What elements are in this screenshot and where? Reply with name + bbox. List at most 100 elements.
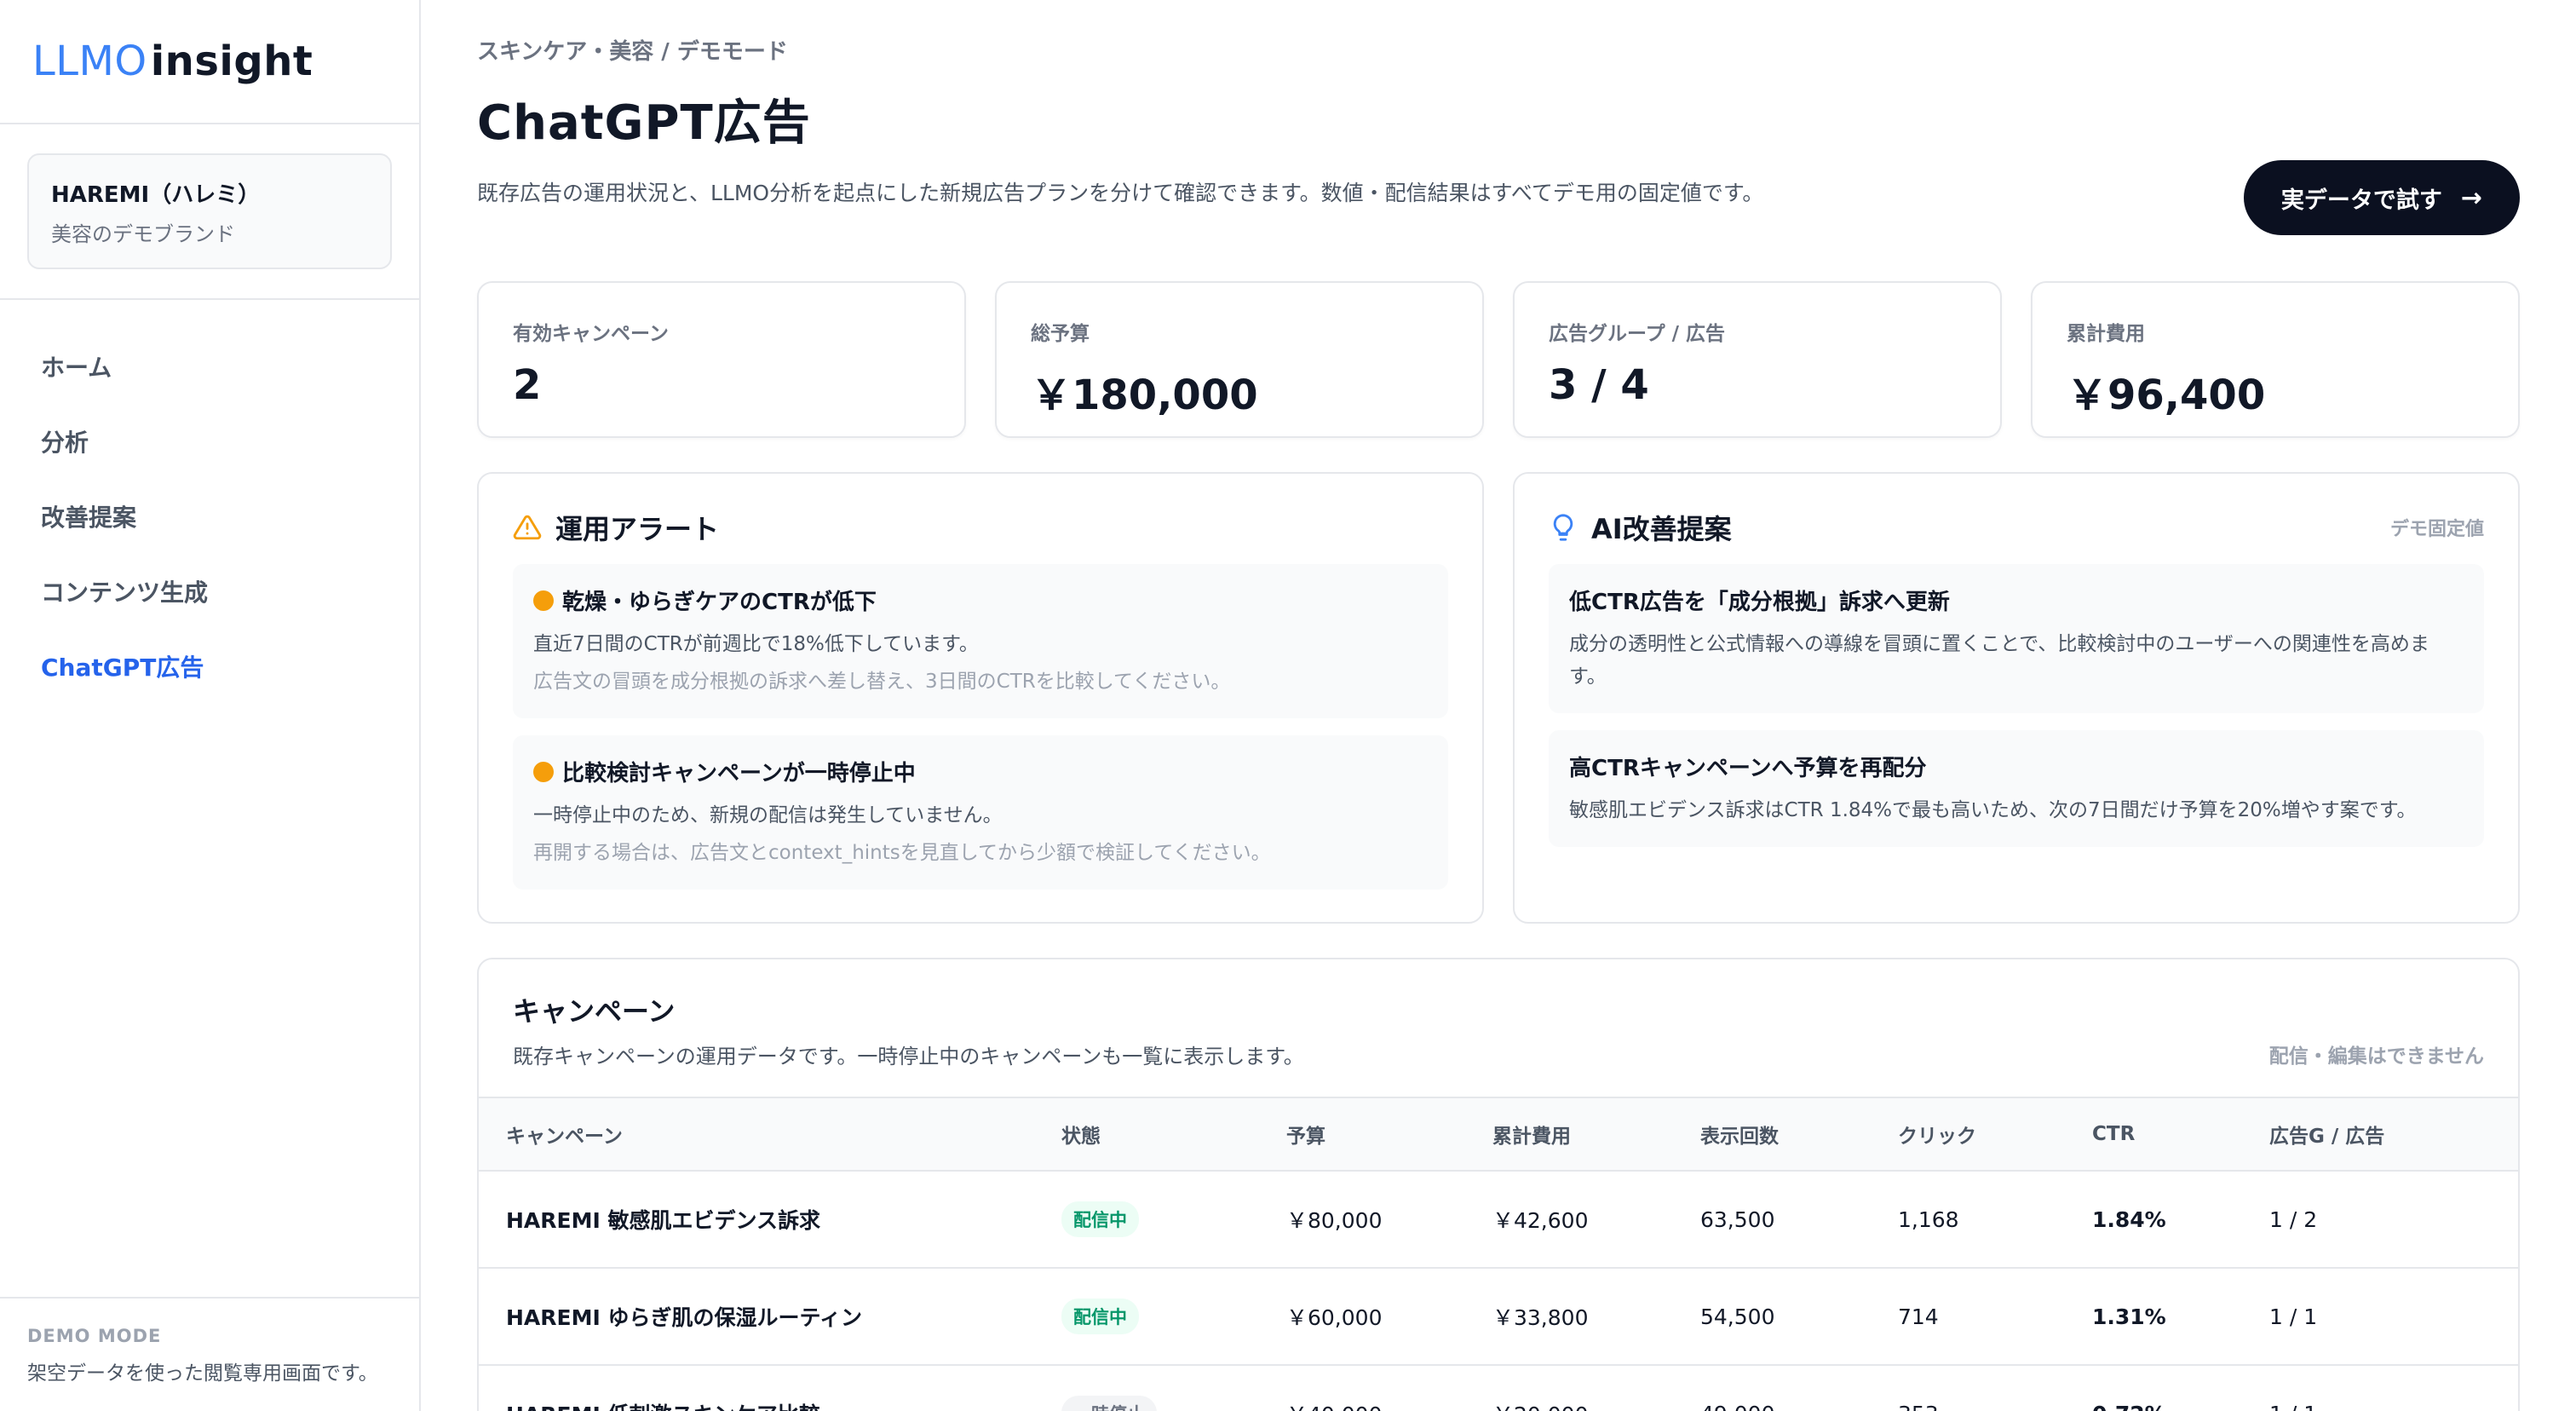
campaigns-title-block: キャンペーン 既存キャンペーンの運用データです。一時停止中のキャンペーンも一覧に… xyxy=(513,990,1304,1069)
suggestion-card: 低CTR広告を「成分根拠」訴求へ更新 成分の透明性と公式情報への導線を冒頭に置く… xyxy=(1549,564,2484,713)
try-real-data-button[interactable]: 実データで試す → xyxy=(2243,160,2520,235)
alert-recommendation: 再開する場合は、広告文とcontext_hintsを見直してから少額で検証してく… xyxy=(533,842,1271,864)
brand-section: HAREMI（ハレミ） 美容のデモブランド xyxy=(0,124,419,300)
sidebar: LLMO insight HAREMI（ハレミ） 美容のデモブランド ホーム 分… xyxy=(0,0,421,1411)
table-header-row: キャンペーン 状態 予算 累計費用 表示回数 クリック CTR 広告G / 広告 xyxy=(479,1097,2518,1171)
clicks-cell: 353 xyxy=(1898,1365,2092,1411)
column-header[interactable]: 予算 xyxy=(1286,1097,1492,1171)
spend-cell: ￥20,000 xyxy=(1492,1365,1700,1411)
stat-card-total-budget: 総予算 ￥180,000 xyxy=(995,281,1484,438)
stat-value: 2 xyxy=(513,361,542,409)
column-header[interactable]: クリック xyxy=(1898,1097,2092,1171)
alert-detail: 一時停止中のため、新規の配信は発生していません。 xyxy=(533,804,1003,826)
column-header[interactable]: キャンペーン xyxy=(479,1097,1061,1171)
impressions-cell: 54,500 xyxy=(1700,1268,1898,1366)
ai-note: デモ固定値 xyxy=(2389,519,2484,540)
arrow-right-icon: → xyxy=(2460,182,2482,213)
demo-mode-title: DEMO MODE xyxy=(27,1326,162,1346)
stat-card-ad-groups: 広告グループ / 広告 3 / 4 xyxy=(1513,281,2002,438)
table-row[interactable]: HAREMI ゆらぎ肌の保湿ルーティン 配信中 ￥60,000 ￥33,800 … xyxy=(479,1268,2518,1366)
campaign-name: HAREMI 敏感肌エビデンス訴求 xyxy=(479,1171,1061,1269)
stats-row: 有効キャンペーン 2 総予算 ￥180,000 広告グループ / 広告 3 / … xyxy=(477,281,2520,438)
budget-cell: ￥40,000 xyxy=(1286,1365,1492,1411)
alert-title: 比較検討キャンペーンが一時停止中 xyxy=(533,756,1428,787)
main-content: スキンケア・美容 / デモモード ChatGPT広告 既存広告の運用状況と、LL… xyxy=(421,0,2576,1411)
groups-cell: 1 / 2 xyxy=(2269,1171,2518,1269)
stat-value: 3 / 4 xyxy=(1549,361,1649,409)
page-title: ChatGPT広告 xyxy=(477,95,811,151)
status-badge: 配信中 xyxy=(1061,1201,1139,1237)
column-header[interactable]: CTR xyxy=(2092,1097,2269,1171)
suggestion-detail: 敏感肌エビデンス訴求はCTR 1.84%で最も高いため、次の7日間だけ予算を20… xyxy=(1569,799,2417,821)
stat-value: ￥96,400 xyxy=(2067,371,2266,419)
alert-detail: 直近7日間のCTRが前週比で18%低下しています。 xyxy=(533,633,979,655)
logo-insight: insight xyxy=(150,37,313,85)
campaigns-table: キャンペーン 状態 予算 累計費用 表示回数 クリック CTR 広告G / 広告… xyxy=(479,1097,2518,1411)
sidebar-item-content-generation[interactable]: コンテンツ生成 xyxy=(0,554,419,629)
campaign-name: HAREMI 低刺激スキンケア比較 xyxy=(479,1365,1061,1411)
logo[interactable]: LLMO insight xyxy=(0,0,419,124)
ai-header: AI改善提案 デモ固定値 xyxy=(1549,508,2484,547)
table-row[interactable]: HAREMI 低刺激スキンケア比較 一時停止 ￥40,000 ￥20,000 4… xyxy=(479,1365,2518,1411)
alert-recommendation: 広告文の冒頭を成分根拠の訴求へ差し替え、3日間のCTRを比較してください。 xyxy=(533,671,1231,693)
column-header[interactable]: 状態 xyxy=(1061,1097,1286,1171)
groups-cell: 1 / 1 xyxy=(2269,1268,2518,1366)
budget-cell: ￥80,000 xyxy=(1286,1171,1492,1269)
alert-title-text: 比較検討キャンペーンが一時停止中 xyxy=(562,761,916,786)
campaigns-panel: キャンペーン 既存キャンペーンの運用データです。一時停止中のキャンペーンも一覧に… xyxy=(477,958,2520,1411)
page-description: 既存広告の運用状況と、LLMO分析を起点にした新規広告プランを分けて確認できます… xyxy=(477,181,1764,205)
table-row[interactable]: HAREMI 敏感肌エビデンス訴求 配信中 ￥80,000 ￥42,600 63… xyxy=(479,1171,2518,1269)
status-cell: 配信中 xyxy=(1061,1171,1286,1269)
suggestion-detail: 成分の透明性と公式情報への導線を冒頭に置くことで、比較検討中のユーザーへの関連性… xyxy=(1569,633,2429,688)
header-row: 既存広告の運用状況と、LLMO分析を起点にした新規広告プランを分けて確認できます… xyxy=(477,160,2520,235)
demo-mode-footer: DEMO MODE 架空データを使った閲覧専用画面です。 xyxy=(0,1297,419,1411)
ai-title: AI改善提案 xyxy=(1591,513,1732,545)
budget-cell: ￥60,000 xyxy=(1286,1268,1492,1366)
column-header[interactable]: 広告G / 広告 xyxy=(2269,1097,2518,1171)
warning-dot-icon xyxy=(533,761,554,782)
campaigns-header: キャンペーン 既存キャンペーンの運用データです。一時停止中のキャンペーンも一覧に… xyxy=(479,959,2518,1097)
column-header[interactable]: 表示回数 xyxy=(1700,1097,1898,1171)
alert-title-text: 乾燥・ゆらぎケアのCTRが低下 xyxy=(562,590,877,615)
warning-triangle-icon xyxy=(513,513,542,542)
sidebar-item-chatgpt-ads[interactable]: ChatGPT広告 xyxy=(0,629,419,704)
campaigns-subtitle: 既存キャンペーンの運用データです。一時停止中のキャンペーンも一覧に表示します。 xyxy=(513,1045,1304,1068)
ctr-cell: 0.72% xyxy=(2092,1365,2269,1411)
panels-row: 運用アラート 乾燥・ゆらぎケアのCTRが低下 直近7日間のCTRが前週比で18%… xyxy=(477,472,2520,924)
stat-value: ￥180,000 xyxy=(1031,371,1258,419)
sidebar-item-improvements[interactable]: 改善提案 xyxy=(0,479,419,554)
lightbulb-icon xyxy=(1549,513,1578,542)
alert-card: 比較検討キャンペーンが一時停止中 一時停止中のため、新規の配信は発生していません… xyxy=(513,735,1448,890)
stat-label: 累計費用 xyxy=(2067,323,2145,345)
sidebar-item-home[interactable]: ホーム xyxy=(0,329,419,404)
sidebar-item-analysis[interactable]: 分析 xyxy=(0,404,419,479)
status-badge: 配信中 xyxy=(1061,1299,1139,1334)
column-header[interactable]: 累計費用 xyxy=(1492,1097,1700,1171)
stat-label: 総予算 xyxy=(1031,323,1090,345)
alert-card: 乾燥・ゆらぎケアのCTRが低下 直近7日間のCTRが前週比で18%低下しています… xyxy=(513,564,1448,718)
breadcrumb: スキンケア・美容 / デモモード xyxy=(477,39,788,65)
try-real-data-label: 実データで試す xyxy=(2280,187,2442,214)
alert-title: 乾燥・ゆらぎケアのCTRが低下 xyxy=(533,585,1428,616)
campaigns-note: 配信・編集はできません xyxy=(2268,1045,2484,1068)
brand-name: HAREMI（ハレミ） xyxy=(51,182,261,208)
clicks-cell: 1,168 xyxy=(1898,1171,2092,1269)
status-cell: 配信中 xyxy=(1061,1268,1286,1366)
stat-card-cumulative-spend: 累計費用 ￥96,400 xyxy=(2031,281,2520,438)
warning-dot-icon xyxy=(533,590,554,611)
brand-card[interactable]: HAREMI（ハレミ） 美容のデモブランド xyxy=(27,153,392,269)
suggestion-title: 低CTR広告を「成分根拠」訴求へ更新 xyxy=(1569,590,1950,615)
clicks-cell: 714 xyxy=(1898,1268,2092,1366)
status-cell: 一時停止 xyxy=(1061,1365,1286,1411)
stat-label: 広告グループ / 広告 xyxy=(1549,323,1726,345)
ai-title-wrap: AI改善提案 xyxy=(1549,508,1732,547)
suggestion-card: 高CTRキャンペーンへ予算を再配分 敏感肌エビデンス訴求はCTR 1.84%で最… xyxy=(1549,730,2484,847)
stat-card-active-campaigns: 有効キャンペーン 2 xyxy=(477,281,966,438)
demo-mode-text: 架空データを使った閲覧専用画面です。 xyxy=(27,1362,378,1385)
app-root: LLMO insight HAREMI（ハレミ） 美容のデモブランド ホーム 分… xyxy=(0,0,2576,1411)
alerts-header: 運用アラート xyxy=(513,508,1448,547)
alerts-title-wrap: 運用アラート xyxy=(513,508,719,547)
logo-llmo: LLMO xyxy=(32,37,147,85)
impressions-cell: 63,500 xyxy=(1700,1171,1898,1269)
status-badge: 一時停止 xyxy=(1061,1396,1157,1411)
